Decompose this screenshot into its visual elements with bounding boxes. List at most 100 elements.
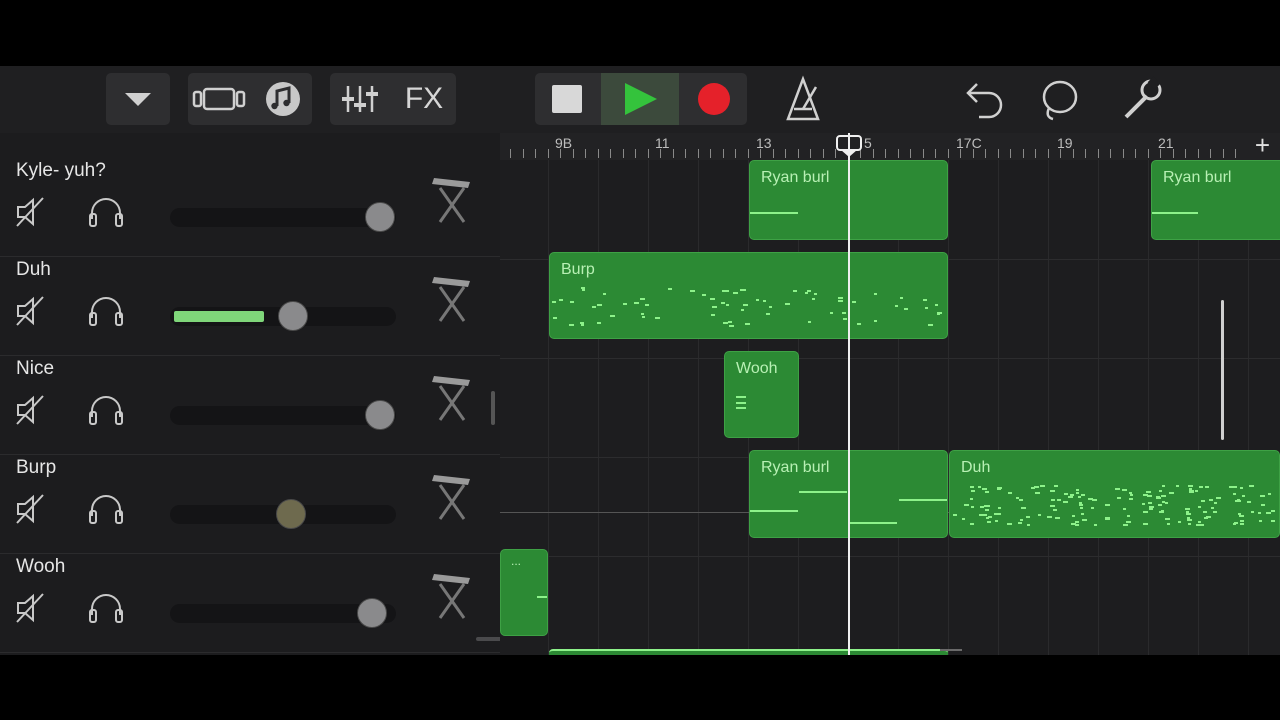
ruler-tick bbox=[572, 149, 574, 158]
midi-note bbox=[1167, 523, 1170, 525]
track-header[interactable]: Wooh bbox=[0, 554, 500, 653]
midi-note bbox=[971, 506, 974, 508]
mute-speaker-icon[interactable] bbox=[14, 195, 48, 229]
ruler-tick bbox=[1235, 149, 1236, 158]
mixer-fx-group: FX bbox=[330, 73, 456, 125]
midi-note bbox=[1195, 490, 1198, 492]
track-header[interactable]: Nice bbox=[0, 356, 500, 455]
bar-ruler[interactable]: 9B 11 13 5 17C 19 21 + bbox=[500, 133, 1280, 160]
midi-note bbox=[1201, 524, 1204, 526]
midi-note bbox=[1268, 493, 1271, 495]
mute-speaker-icon[interactable] bbox=[14, 591, 48, 625]
volume-knob[interactable] bbox=[365, 202, 395, 232]
midi-note bbox=[743, 304, 748, 306]
midi-note bbox=[1070, 494, 1074, 496]
track-name: Burp bbox=[16, 457, 57, 478]
midi-note bbox=[1081, 494, 1085, 496]
mute-speaker-icon[interactable] bbox=[14, 294, 48, 328]
midi-note bbox=[1206, 516, 1211, 518]
record-button[interactable] bbox=[681, 73, 747, 125]
midi-note bbox=[985, 505, 990, 507]
ruler-tick bbox=[1122, 149, 1124, 158]
undo-icon[interactable] bbox=[955, 73, 1005, 125]
volume-slider[interactable] bbox=[170, 598, 396, 628]
fx-button[interactable]: FX bbox=[392, 73, 456, 125]
midi-note bbox=[937, 313, 940, 315]
midi-note bbox=[1260, 495, 1265, 497]
volume-knob[interactable] bbox=[357, 598, 387, 628]
volume-knob[interactable] bbox=[276, 499, 306, 529]
playhead[interactable] bbox=[848, 133, 850, 655]
midi-note bbox=[1008, 492, 1012, 494]
volume-slider[interactable] bbox=[170, 301, 396, 331]
solo-headphones-icon[interactable] bbox=[88, 294, 124, 328]
mute-speaker-icon[interactable] bbox=[14, 393, 48, 427]
ruler-tick bbox=[635, 149, 636, 158]
midi-note bbox=[1080, 507, 1083, 509]
region-label: ... bbox=[511, 554, 522, 568]
track-header[interactable]: Burp bbox=[0, 455, 500, 554]
browser-menu-button[interactable] bbox=[106, 73, 170, 125]
ruler-tick bbox=[597, 149, 599, 158]
midi-note bbox=[1040, 485, 1045, 487]
mute-speaker-icon[interactable] bbox=[14, 492, 48, 526]
region-label: Duh bbox=[961, 459, 991, 476]
track-lane[interactable] bbox=[500, 358, 1280, 458]
track-header[interactable]: Duh bbox=[0, 257, 500, 356]
keyboard-instrument-icon bbox=[432, 277, 470, 322]
midi-note bbox=[842, 312, 846, 314]
horizontal-scrollbar[interactable] bbox=[476, 637, 500, 641]
play-button[interactable] bbox=[601, 73, 679, 125]
solo-headphones-icon[interactable] bbox=[88, 492, 124, 526]
midi-note bbox=[1064, 493, 1068, 495]
midi-note bbox=[745, 323, 750, 325]
midi-note bbox=[1079, 504, 1083, 506]
solo-headphones-icon[interactable] bbox=[88, 591, 124, 625]
track-header[interactable]: Kyle- yuh? bbox=[0, 158, 500, 257]
midi-note bbox=[1055, 517, 1060, 519]
midi-note bbox=[1126, 521, 1131, 523]
tracks-view-icon[interactable] bbox=[188, 73, 250, 125]
midi-note bbox=[1205, 486, 1209, 488]
ruler-tick bbox=[660, 149, 661, 158]
region[interactable]: Burp bbox=[549, 252, 948, 339]
ruler-tick bbox=[535, 149, 536, 158]
track-name: Wooh bbox=[16, 556, 66, 577]
volume-slider[interactable] bbox=[170, 202, 396, 232]
midi-note bbox=[1071, 523, 1076, 525]
volume-slider[interactable] bbox=[170, 400, 396, 430]
midi-note bbox=[1076, 489, 1079, 491]
stop-button[interactable] bbox=[535, 73, 599, 125]
region-label: Ryan burl bbox=[761, 169, 830, 186]
midi-note bbox=[1123, 524, 1128, 526]
solo-headphones-icon[interactable] bbox=[88, 393, 124, 427]
region[interactable]: Wooh bbox=[724, 351, 799, 438]
region[interactable]: Duh bbox=[949, 450, 1280, 538]
arrangement-area[interactable]: 9B 11 13 5 17C 19 21 + Ryan burl Ryan bu… bbox=[500, 133, 1280, 655]
track-name: Kyle- yuh? bbox=[16, 160, 106, 181]
loops-icon[interactable] bbox=[250, 73, 312, 125]
track-lane[interactable] bbox=[500, 556, 1280, 655]
settings-wrench-icon[interactable] bbox=[1116, 73, 1166, 125]
keyboard-instrument-icon bbox=[432, 376, 470, 421]
volume-slider[interactable] bbox=[170, 499, 396, 529]
add-section-button[interactable]: + bbox=[1255, 133, 1270, 161]
midi-note bbox=[710, 298, 715, 300]
solo-headphones-icon[interactable] bbox=[88, 195, 124, 229]
region[interactable]: ... bbox=[500, 549, 548, 636]
ruler-tick bbox=[822, 149, 824, 158]
mixer-sliders-icon[interactable] bbox=[330, 73, 392, 125]
play-icon bbox=[625, 83, 657, 115]
volume-knob[interactable] bbox=[365, 400, 395, 430]
vertical-scrollbar[interactable] bbox=[491, 391, 495, 425]
metronome-icon[interactable] bbox=[778, 73, 828, 125]
vertical-scrollbar[interactable] bbox=[1221, 300, 1224, 440]
loop-lasso-icon[interactable] bbox=[1035, 73, 1085, 125]
midi-note bbox=[1178, 521, 1181, 523]
midi-note bbox=[766, 313, 770, 315]
playhead-handle-icon[interactable] bbox=[836, 135, 862, 157]
region[interactable]: Ryan burl bbox=[1151, 160, 1280, 240]
bar-number: 13 bbox=[756, 135, 772, 151]
volume-knob[interactable] bbox=[278, 301, 308, 331]
midi-note bbox=[1117, 497, 1121, 499]
